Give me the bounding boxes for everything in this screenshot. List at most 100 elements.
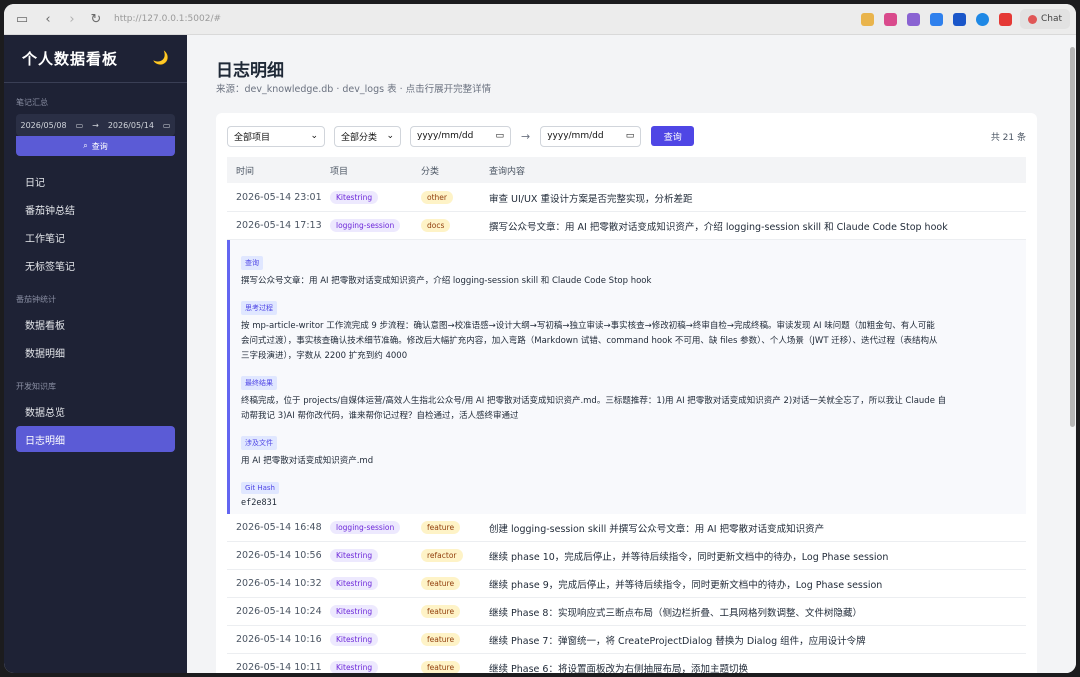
category-tag: feature <box>421 577 461 590</box>
date-separator: → <box>521 129 531 143</box>
row-time: 2026-05-14 16:48 <box>236 522 322 533</box>
section-title-notes: 笔记汇总 <box>16 98 48 107</box>
section-title-pomodoro: 番茄钟统计 <box>16 295 56 304</box>
project-tag: logging-session <box>330 521 401 534</box>
date-from-input[interactable]: yyyy/mm/dd ▭ <box>410 125 511 147</box>
extension-icon[interactable] <box>952 12 966 26</box>
address-bar[interactable]: http://127.0.0.1:5002/# <box>114 14 221 24</box>
row-time: 2026-05-14 17:13 <box>236 220 322 231</box>
detail-thinking-line: 按 mp-article-writor 工作流完成 9 步流程：确认意图→校准语… <box>241 321 935 331</box>
reload-icon[interactable]: ↻ <box>86 9 106 29</box>
row-time: 2026-05-14 10:32 <box>236 578 322 589</box>
record-count: 共 21 条 <box>990 132 1026 143</box>
table-row[interactable]: 2026-05-14 10:24 Kitestring feature 继续 P… <box>227 598 1026 626</box>
row-query: 撰写公众号文章：用 AI 把零散对话变成知识资产，介绍 logging-sess… <box>489 221 948 233</box>
detail-result-line: 动帮我记 3)AI 帮你改代码，谁来帮你记过程？自检通过，活人感终审通过 <box>241 411 519 421</box>
date-to-input[interactable]: yyyy/mm/dd ▭ <box>540 125 642 147</box>
scrollbar-thumb[interactable] <box>1070 47 1075 427</box>
table-row[interactable]: 2026-05-14 10:11 Kitestring feature 继续 P… <box>227 654 1026 673</box>
extension-icon[interactable] <box>998 12 1012 26</box>
sidebar-item-overview[interactable]: 数据总览 <box>16 398 175 424</box>
table-row[interactable]: 2026-05-14 10:16 Kitestring feature 继续 P… <box>227 626 1026 654</box>
calendar-icon[interactable]: ▭ <box>163 121 171 130</box>
row-time: 2026-05-14 10:16 <box>236 634 322 645</box>
sidebar-toggle-icon[interactable]: ▭ <box>12 9 32 29</box>
calendar-icon[interactable]: ▭ <box>76 121 84 130</box>
table-row[interactable]: 2026-05-14 17:13 logging-session docs 撰写… <box>227 212 1026 240</box>
extension-icon[interactable] <box>975 12 989 26</box>
sidebar: 个人数据看板 🌙 笔记汇总 2026/05/08 ▭ → 2026/05/14 … <box>4 35 187 673</box>
detail-label-hash: Git Hash <box>241 482 279 494</box>
sidebar-item-data-detail[interactable]: 数据明细 <box>16 339 175 365</box>
date-from[interactable]: 2026/05/08 <box>20 121 66 130</box>
extension-icon[interactable] <box>883 12 897 26</box>
extension-icon[interactable] <box>906 12 920 26</box>
date-to[interactable]: 2026/05/14 <box>108 121 154 130</box>
row-query: 审查 UI/UX 重设计方案是否完整实现，分析差距 <box>489 193 693 205</box>
table-row[interactable]: 2026-05-14 10:32 Kitestring feature 继续 p… <box>227 570 1026 598</box>
category-tag: other <box>421 191 453 204</box>
sidebar-item-work-notes[interactable]: 工作笔记 <box>16 224 175 250</box>
row-query: 继续 Phase 7：弹窗统一，将 CreateProjectDialog 替换… <box>489 635 866 647</box>
column-header-category: 分类 <box>421 166 440 177</box>
calendar-icon[interactable]: ▭ <box>495 131 504 141</box>
row-time: 2026-05-14 10:11 <box>236 662 322 673</box>
column-header-project: 项目 <box>330 166 349 177</box>
page-subtitle: 来源：dev_knowledge.db · dev_logs 表 · 点击行展开… <box>216 84 492 95</box>
column-header-query: 查询内容 <box>489 166 526 177</box>
search-icon: ⌕ <box>83 141 88 150</box>
table-row[interactable]: 2026-05-14 23:01 Kitestring other 审查 UI/… <box>227 184 1026 212</box>
sidebar-item-untagged-notes[interactable]: 无标签笔记 <box>16 252 175 278</box>
category-tag: refactor <box>421 549 463 562</box>
category-select[interactable]: 全部分类 ⌄ <box>334 125 401 147</box>
scrollbar[interactable] <box>1068 35 1076 673</box>
page-title: 日志明细 <box>216 61 284 81</box>
category-tag: feature <box>421 605 461 618</box>
project-select[interactable]: 全部项目 ⌄ <box>227 125 325 147</box>
row-query: 继续 Phase 8：实现响应式三断点布局（侧边栏折叠、工具网格列数调整、文件树… <box>489 607 862 619</box>
detail-label-result: 最终结果 <box>241 376 277 390</box>
row-time: 2026-05-14 23:01 <box>236 192 322 203</box>
table-row[interactable]: 2026-05-14 10:56 Kitestring refactor 继续 … <box>227 542 1026 570</box>
browser-window: ▭ ‹ › ↻ http://127.0.0.1:5002/# Chat 个人数… <box>4 4 1076 673</box>
sidebar-item-dashboard[interactable]: 数据看板 <box>16 311 175 337</box>
chat-button[interactable]: Chat <box>1019 9 1070 29</box>
row-query: 创建 logging-session skill 并撰写公众号文章：用 AI 把… <box>489 523 825 535</box>
moon-icon[interactable]: 🌙 <box>153 51 169 66</box>
sidebar-item-log-detail[interactable]: 日志明细 <box>16 426 175 452</box>
row-time: 2026-05-14 10:24 <box>236 606 322 617</box>
sidebar-query-button[interactable]: ⌕ 查询 <box>16 136 175 156</box>
detail-result-line: 终稿完成，位于 projects/自媒体运营/高效人生指北公众号/用 AI 把零… <box>241 396 947 406</box>
browser-toolbar: ▭ ‹ › ↻ http://127.0.0.1:5002/# Chat <box>4 4 1076 35</box>
extension-icon[interactable] <box>929 12 943 26</box>
row-detail-panel: 查询 撰写公众号文章：用 AI 把零散对话变成知识资产，介绍 logging-s… <box>227 240 1026 514</box>
row-query: 继续 Phase 6：将设置面板改为右侧抽屉布局，添加主题切换 <box>489 663 748 674</box>
date-range-picker[interactable]: 2026/05/08 ▭ → 2026/05/14 ▭ <box>16 114 175 136</box>
date-from-placeholder: yyyy/mm/dd <box>417 131 474 141</box>
detail-files: 用 AI 把零散对话变成知识资产.md <box>241 456 374 466</box>
date-range-separator: → <box>92 120 99 130</box>
project-tag: Kitestring <box>330 633 379 646</box>
date-to-placeholder: yyyy/mm/dd <box>547 131 604 141</box>
calendar-icon[interactable]: ▭ <box>626 131 635 141</box>
chat-icon <box>1027 14 1037 24</box>
table-row[interactable]: 2026-05-14 16:48 logging-session feature… <box>227 514 1026 542</box>
query-button[interactable]: 查询 <box>651 126 695 146</box>
project-tag: Kitestring <box>330 605 379 618</box>
back-icon[interactable]: ‹ <box>38 9 58 29</box>
sidebar-item-diary[interactable]: 日记 <box>16 168 175 194</box>
category-select-value: 全部分类 <box>341 132 378 143</box>
sidebar-query-label: 查询 <box>91 141 108 151</box>
extension-icon[interactable] <box>860 12 874 26</box>
log-card: 全部项目 ⌄ 全部分类 ⌄ yyyy/mm/dd ▭ → yyyy/mm/dd … <box>216 113 1037 673</box>
project-tag: Kitestring <box>330 191 379 204</box>
category-tag: feature <box>421 521 461 534</box>
chevron-down-icon: ⌄ <box>310 131 318 141</box>
app-title: 个人数据看板 <box>22 50 119 68</box>
row-query: 继续 phase 10，完成后停止，并等待后续指令，同时更新文档中的待办，Log… <box>489 551 889 563</box>
detail-thinking: 按 mp-article-writor 工作流完成 9 步流程：确认意图→校准语… <box>241 319 1014 364</box>
sidebar-item-pomodoro-summary[interactable]: 番茄钟总结 <box>16 196 175 222</box>
project-tag: logging-session <box>330 219 401 232</box>
forward-icon[interactable]: › <box>62 9 82 29</box>
section-title-devkb: 开发知识库 <box>16 382 56 391</box>
